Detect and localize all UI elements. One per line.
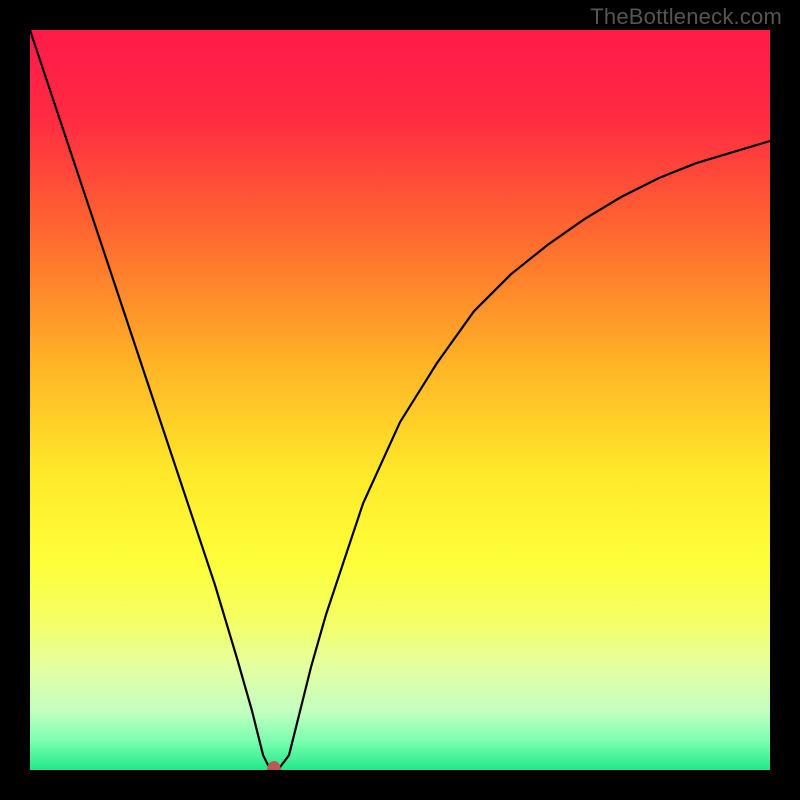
watermark-text: TheBottleneck.com [590, 4, 782, 30]
bottleneck-curve [30, 30, 770, 770]
bottleneck-chart: TheBottleneck.com [0, 0, 800, 800]
plot-area [30, 30, 770, 770]
